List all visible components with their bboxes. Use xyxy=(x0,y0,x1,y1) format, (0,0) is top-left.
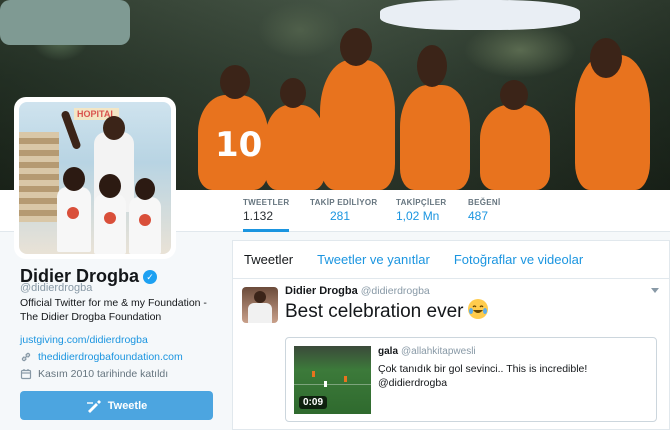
tweet-avatar[interactable] xyxy=(242,287,278,323)
quoted-author-handle: @allahkitapwesli xyxy=(401,346,476,357)
banner-player-head xyxy=(500,80,528,110)
tears-of-joy-emoji-icon xyxy=(467,299,488,319)
compose-icon xyxy=(86,399,101,413)
avatar-child xyxy=(57,187,91,252)
avatar-shirt-logo xyxy=(67,207,79,219)
avatar-child xyxy=(94,194,126,254)
stat-followers[interactable]: TAKİPÇİLER 1,02 Mn xyxy=(396,198,446,223)
profile-handle: @didierdrogba xyxy=(20,282,93,294)
link-icon xyxy=(21,352,31,362)
profile-joined-row: Kasım 2010 tarihinde katıldı xyxy=(20,368,168,380)
thumb-player xyxy=(324,381,327,387)
stat-label: BEĞENİ xyxy=(468,198,501,207)
avatar-wall-pattern xyxy=(19,132,59,222)
avatar-person-adult-head xyxy=(103,116,125,140)
banner-shirt-number: 10 xyxy=(215,125,263,165)
quoted-author: gala @allahkitapwesli xyxy=(378,346,476,357)
profile-avatar[interactable]: HOPITAL xyxy=(14,97,176,259)
tweet-button-label: Tweetle xyxy=(107,399,148,412)
avatar-child-head xyxy=(99,174,121,198)
avatar-shirt-logo xyxy=(104,212,116,224)
banner-player-head xyxy=(220,65,250,99)
stat-following[interactable]: TAKİP EDİLİYOR 281 xyxy=(310,198,377,223)
tweet-text: Best celebration ever xyxy=(285,299,488,323)
quoted-tweet-text: Çok tanıdık bir gol sevinci.. This is in… xyxy=(378,363,588,389)
tab-photos-and-videos[interactable]: Fotoğraflar ve videolar xyxy=(454,252,583,267)
tab-tweets-and-replies[interactable]: Tweetler ve yanıtlar xyxy=(317,252,430,267)
stat-value: 1,02 Mn xyxy=(396,209,440,223)
calendar-icon xyxy=(20,369,32,380)
banner-player-head xyxy=(280,78,306,108)
banner-player-head xyxy=(340,28,372,66)
avatar-child-head xyxy=(135,178,155,200)
pitch-line xyxy=(294,384,371,385)
verified-badge-icon: ✓ xyxy=(143,270,158,285)
tab-tweets[interactable]: Tweetler xyxy=(244,252,293,267)
banner-player-white xyxy=(380,0,580,30)
banner-player xyxy=(320,60,395,190)
stat-label: TAKİPÇİLER xyxy=(396,198,447,207)
tweet-author-handle: @didierdrogba xyxy=(360,285,430,297)
banner-player-head xyxy=(590,38,622,78)
avatar-shirt-logo xyxy=(139,214,151,226)
banner-player xyxy=(400,85,470,190)
avatar-child-head xyxy=(63,167,85,191)
tweet-text-content: Best celebration ever xyxy=(285,301,464,322)
tweet-author-name: Didier Drogba xyxy=(285,285,358,297)
quoted-video-thumbnail[interactable]: 0:09 xyxy=(294,346,371,414)
video-duration: 0:09 xyxy=(299,396,328,409)
stat-value: 1.132 xyxy=(243,209,274,223)
thumb-player xyxy=(344,376,347,382)
stat-likes[interactable]: BEĞENİ 487 xyxy=(468,198,500,223)
stat-value: 281 xyxy=(330,209,351,223)
profile-website-link[interactable]: thedidierdrogbafoundation.com xyxy=(38,351,183,363)
stat-tweets[interactable]: TWEETLER 1.132 xyxy=(243,198,290,232)
profile-joined-date: Kasım 2010 tarihinde katıldı xyxy=(38,368,169,380)
banner-bg-player xyxy=(0,0,130,45)
avatar-person xyxy=(254,291,266,303)
chevron-down-icon[interactable] xyxy=(651,287,659,295)
avatar-photo: HOPITAL xyxy=(19,102,171,254)
banner-player xyxy=(265,105,325,190)
stat-label: TAKİP EDİLİYOR xyxy=(310,198,378,207)
banner-player xyxy=(480,105,550,190)
tweet-author[interactable]: Didier Drogba @didierdrogba xyxy=(285,285,430,297)
timeline-tabs: Tweetler Tweetler ve yanıtlar Fotoğrafla… xyxy=(233,241,669,279)
quoted-author-name: gala xyxy=(378,346,399,357)
quoted-tweet[interactable]: 0:09 gala @allahkitapwesli Çok tanıdık bi… xyxy=(285,337,657,422)
profile-bio: Official Twitter for me & my Foundation … xyxy=(20,297,207,323)
stat-label: TWEETLER xyxy=(243,198,290,207)
stat-value: 487 xyxy=(468,209,489,223)
profile-website-row: thedidierdrogbafoundation.com xyxy=(20,351,183,363)
bio-link[interactable]: justgiving.com/didierdrogba xyxy=(20,334,148,346)
timeline: Tweetler Tweetler ve yanıtlar Fotoğrafla… xyxy=(232,240,670,430)
avatar-person xyxy=(248,303,272,323)
thumb-player xyxy=(312,371,315,377)
tweet-item[interactable]: Didier Drogba @didierdrogba Best celebrat… xyxy=(233,279,669,429)
banner-player-head xyxy=(417,45,447,87)
tweet-button[interactable]: Tweetle xyxy=(20,391,213,420)
